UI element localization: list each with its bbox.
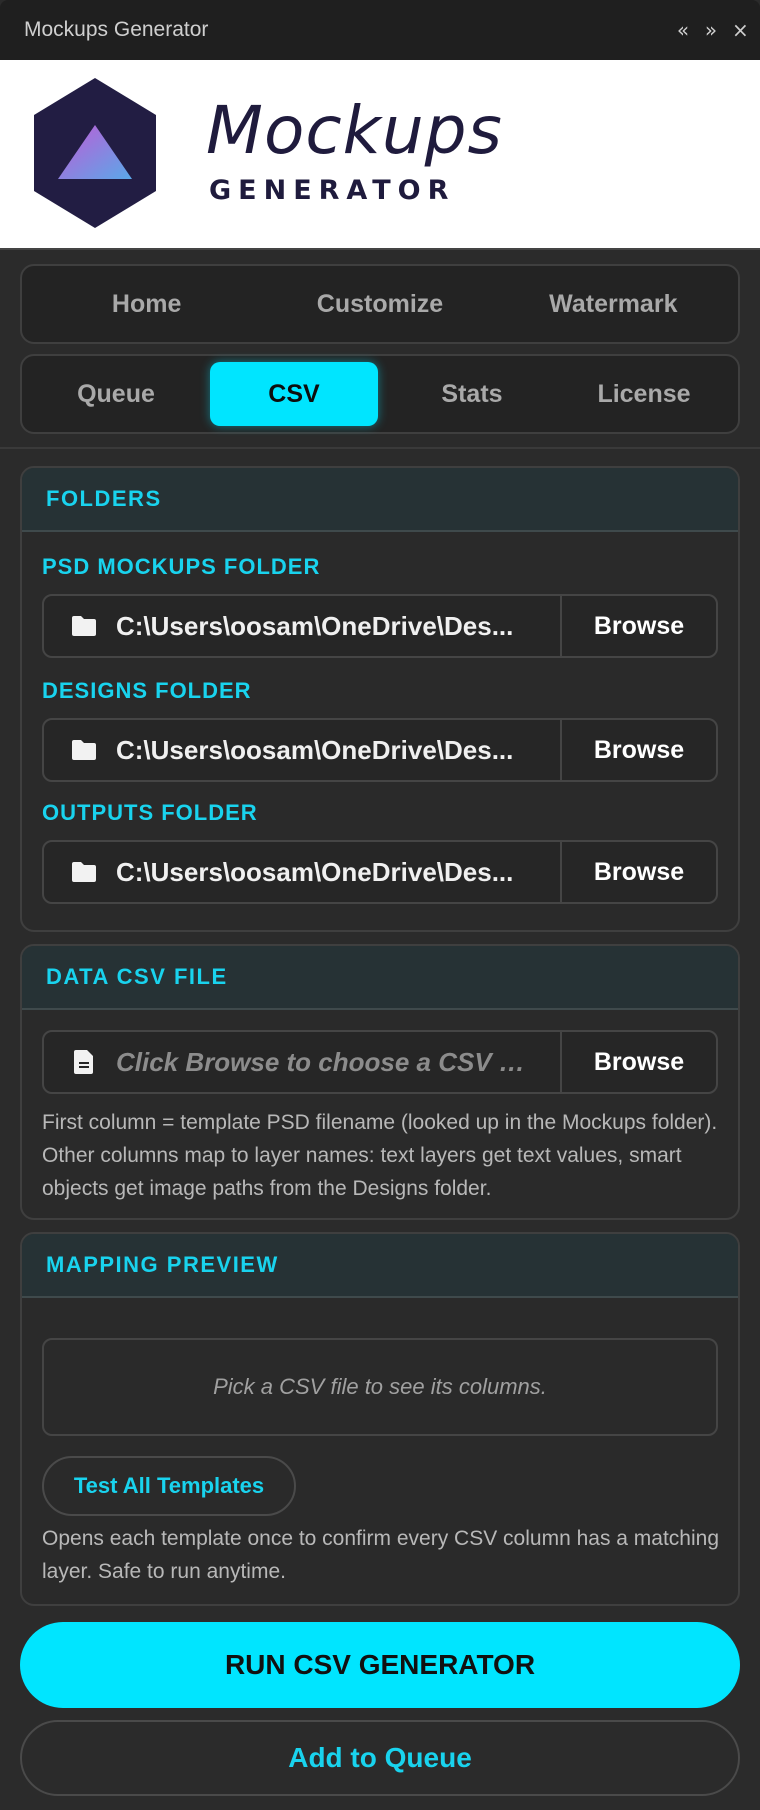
folder-icon	[72, 862, 96, 882]
tab-customize[interactable]: Customize	[263, 272, 496, 336]
mapping-preview-empty-state: Pick a CSV file to see its columns.	[42, 1338, 718, 1436]
collapse-right-icon[interactable]: »	[704, 18, 718, 42]
outputs-folder-path-input[interactable]: C:\Users\oosam\OneDrive\Des...	[44, 842, 560, 902]
tab-home[interactable]: Home	[30, 272, 263, 336]
folders-panel: FOLDERS PSD MOCKUPS FOLDER C:\Users\oosa…	[20, 466, 740, 932]
data-csv-heading: DATA CSV FILE	[22, 946, 738, 1010]
test-all-templates-button[interactable]: Test All Templates	[42, 1456, 296, 1516]
designs-folder-field: C:\Users\oosam\OneDrive\Des... Browse	[42, 718, 718, 782]
add-to-queue-button[interactable]: Add to Queue	[20, 1720, 740, 1796]
section-divider	[0, 447, 760, 449]
title-bar: Mockups Generator « » ×	[0, 0, 760, 60]
file-icon	[74, 1050, 93, 1074]
outputs-browse-button[interactable]: Browse	[560, 842, 716, 902]
outputs-folder-field: C:\Users\oosam\OneDrive\Des... Browse	[42, 840, 718, 904]
window-controls: « » ×	[676, 18, 749, 42]
psd-browse-button[interactable]: Browse	[560, 596, 716, 656]
folder-icon	[72, 616, 96, 636]
csv-help-text: First column = template PSD filename (lo…	[42, 1111, 718, 1200]
logo-wordmark: Mockups	[206, 92, 503, 169]
csv-file-placeholder: Click Browse to choose a CSV file	[116, 1046, 526, 1077]
designs-folder-label: DESIGNS FOLDER	[42, 678, 252, 703]
collapse-left-icon[interactable]: «	[676, 18, 690, 42]
tab-queue[interactable]: Queue	[30, 362, 202, 426]
psd-folder-field: C:\Users\oosam\OneDrive\Des... Browse	[42, 594, 718, 658]
logo-hexagon-icon	[34, 78, 156, 228]
designs-folder-path-input[interactable]: C:\Users\oosam\OneDrive\Des...	[44, 720, 560, 780]
csv-browse-button[interactable]: Browse	[560, 1032, 716, 1092]
logo-header: Mockups GENERATOR	[0, 60, 760, 250]
run-csv-generator-button[interactable]: RUN CSV GENERATOR	[20, 1622, 740, 1708]
psd-folder-path-input[interactable]: C:\Users\oosam\OneDrive\Des...	[44, 596, 560, 656]
mapping-help-text: Opens each template once to confirm ever…	[42, 1527, 720, 1583]
psd-folder-path: C:\Users\oosam\OneDrive\Des...	[116, 610, 514, 641]
designs-browse-button[interactable]: Browse	[560, 720, 716, 780]
csv-file-path-input[interactable]: Click Browse to choose a CSV file	[44, 1032, 560, 1092]
window-title: Mockups Generator	[24, 18, 209, 41]
close-icon[interactable]: ×	[732, 18, 749, 42]
mapping-preview-panel: MAPPING PREVIEW Pick a CSV file to see i…	[20, 1232, 740, 1606]
csv-file-field: Click Browse to choose a CSV file Browse	[42, 1030, 718, 1094]
tab-watermark[interactable]: Watermark	[497, 272, 730, 336]
tab-stats[interactable]: Stats	[386, 362, 558, 426]
designs-folder-path: C:\Users\oosam\OneDrive\Des...	[116, 734, 514, 765]
folders-heading: FOLDERS	[22, 468, 738, 532]
nav-row-primary: Home Customize Watermark	[20, 264, 740, 344]
tab-license[interactable]: License	[558, 362, 730, 426]
data-csv-panel: DATA CSV FILE Click Browse to choose a C…	[20, 944, 740, 1220]
tab-csv[interactable]: CSV	[210, 362, 378, 426]
logo-subtitle: GENERATOR	[209, 175, 456, 206]
outputs-folder-label: OUTPUTS FOLDER	[42, 800, 258, 825]
outputs-folder-path: C:\Users\oosam\OneDrive\Des...	[116, 856, 514, 887]
mapping-preview-heading: MAPPING PREVIEW	[22, 1234, 738, 1298]
psd-folder-label: PSD MOCKUPS FOLDER	[42, 554, 321, 579]
folder-icon	[72, 740, 96, 760]
nav-row-secondary: Queue CSV Stats License	[20, 354, 740, 434]
